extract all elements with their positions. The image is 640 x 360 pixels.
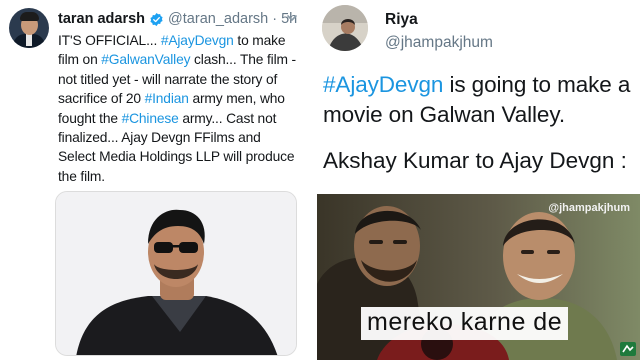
meme-image[interactable]: @jhampakjhum mereko karne de bbox=[317, 194, 640, 360]
hashtag-link[interactable]: #AjayDevgn bbox=[323, 72, 443, 97]
verified-badge-icon bbox=[150, 12, 163, 26]
right-tweet-panel: Riya @jhampakjhum #AjayDevgn is going to… bbox=[317, 0, 640, 360]
left-tweet-panel: taran adarsh @taran_adarsh · 5h IT'S OFF… bbox=[0, 0, 305, 360]
hashtag-link[interactable]: #Chinese bbox=[122, 111, 179, 126]
author-handle[interactable]: @jhampakjhum bbox=[385, 34, 493, 52]
actor-portrait-image bbox=[56, 192, 296, 355]
hashtag-link[interactable]: #GalwanValley bbox=[101, 52, 190, 67]
hashtag-link[interactable]: #AjayDevgn bbox=[161, 33, 234, 48]
tweet-body-text: IT'S OFFICIAL... #AjayDevgn to make film… bbox=[58, 31, 298, 186]
tweet-body-text: #AjayDevgn is going to make a movie on G… bbox=[323, 70, 635, 130]
tweet-header: taran adarsh @taran_adarsh · 5h bbox=[58, 9, 297, 29]
tweet-media-photo[interactable] bbox=[55, 191, 297, 356]
avatar-photo bbox=[322, 5, 368, 51]
tweet-text-segment: IT'S OFFICIAL... bbox=[58, 33, 161, 48]
chevron-down-icon[interactable] bbox=[286, 12, 298, 24]
hashtag-link[interactable]: #Indian bbox=[145, 91, 189, 106]
meme-caption: mereko karne de bbox=[361, 307, 569, 340]
meme-watermark: @jhampakjhum bbox=[548, 202, 630, 214]
app-logo-icon bbox=[620, 342, 636, 356]
separator-dot: · bbox=[272, 11, 278, 27]
profile-avatar[interactable] bbox=[322, 5, 368, 51]
profile-avatar[interactable] bbox=[9, 8, 49, 48]
tweet-body-line2: Akshay Kumar to Ajay Devgn : bbox=[323, 148, 627, 173]
panel-divider bbox=[305, 0, 317, 360]
author-name[interactable]: taran adarsh bbox=[58, 11, 145, 27]
author-handle[interactable]: @taran_adarsh bbox=[168, 11, 268, 27]
author-name[interactable]: Riya bbox=[385, 11, 418, 29]
